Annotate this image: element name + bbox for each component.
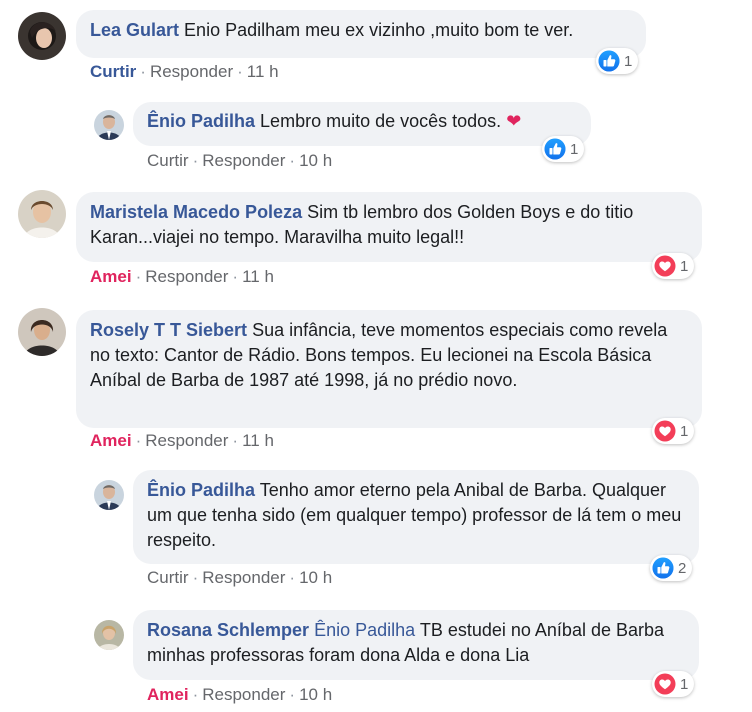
timestamp[interactable]: 11 h (242, 267, 274, 286)
timestamp[interactable]: 10 h (299, 685, 332, 704)
avatar[interactable] (18, 12, 66, 60)
love-reaction-button[interactable]: Amei (90, 267, 132, 286)
love-icon (654, 673, 676, 695)
comment-author[interactable]: Rosana Schlemper (147, 620, 309, 640)
avatar[interactable] (94, 620, 124, 650)
comment-author[interactable]: Rosely T T Siebert (90, 320, 247, 340)
love-reaction-button[interactable]: Amei (147, 685, 189, 704)
comment-author[interactable]: Ênio Padilha (147, 111, 255, 131)
comment-bubble: Lea Gulart Enio Padilham meu ex vizinho … (76, 10, 646, 58)
reply-button[interactable]: Responder (202, 685, 285, 704)
comment-author[interactable]: Maristela Macedo Poleza (90, 202, 302, 222)
comment-actions: Amei · Responder · 10 h (147, 685, 333, 704)
comment-author[interactable]: Lea Gulart (90, 20, 179, 40)
reply-button[interactable]: Responder (150, 62, 233, 81)
like-button[interactable]: Curtir (147, 568, 189, 587)
comment-bubble: Ênio Padilha Lembro muito de vocês todos… (133, 102, 591, 146)
comment-bubble: Rosana Schlemper Ênio Padilha TB estudei… (133, 610, 699, 680)
reaction-count[interactable]: 2 (650, 555, 693, 581)
like-icon (544, 138, 566, 160)
reaction-count[interactable]: 1 (652, 253, 695, 279)
mention-link[interactable]: Ênio Padilha (314, 620, 415, 640)
love-icon (654, 255, 676, 277)
like-icon (598, 50, 620, 72)
reaction-count[interactable]: 1 (542, 136, 585, 162)
like-icon (652, 557, 674, 579)
comment-bubble: Rosely T T Siebert Sua infância, teve mo… (76, 310, 702, 428)
reply-button[interactable]: Responder (202, 151, 285, 170)
reaction-count[interactable]: 1 (652, 418, 695, 444)
comment-actions: Curtir · Responder · 11 h (90, 62, 279, 81)
reply-button[interactable]: Responder (202, 568, 285, 587)
timestamp[interactable]: 11 h (247, 62, 279, 81)
comment-actions: Curtir · Responder · 10 h (147, 568, 333, 587)
love-reaction-button[interactable]: Amei (90, 431, 132, 450)
avatar[interactable] (94, 480, 124, 510)
comment-actions: Amei · Responder · 11 h (90, 431, 274, 450)
avatar[interactable] (18, 308, 66, 356)
reply-button[interactable]: Responder (145, 267, 228, 286)
reply-button[interactable]: Responder (145, 431, 228, 450)
timestamp[interactable]: 11 h (242, 431, 274, 450)
comment-bubble: Ênio Padilha Tenho amor eterno pela Anib… (133, 470, 699, 564)
timestamp[interactable]: 10 h (299, 568, 332, 587)
like-button[interactable]: Curtir (147, 151, 189, 170)
comment-text: Enio Padilham meu ex vizinho ,muito bom … (184, 20, 574, 40)
like-button[interactable]: Curtir (90, 62, 136, 81)
red-heart-emoji: ❤ (506, 111, 522, 131)
comment-actions: Curtir · Responder · 10 h (147, 151, 333, 170)
timestamp[interactable]: 10 h (299, 151, 332, 170)
love-icon (654, 420, 676, 442)
reaction-count[interactable]: 1 (652, 671, 695, 697)
comment-bubble: Maristela Macedo Poleza Sim tb lembro do… (76, 192, 702, 262)
comment-text: Lembro muito de vocês todos. (260, 111, 502, 131)
avatar[interactable] (94, 110, 124, 140)
comment-actions: Amei · Responder · 11 h (90, 267, 274, 286)
avatar[interactable] (18, 190, 66, 238)
reaction-count[interactable]: 1 (596, 48, 639, 74)
comment-author[interactable]: Ênio Padilha (147, 480, 255, 500)
